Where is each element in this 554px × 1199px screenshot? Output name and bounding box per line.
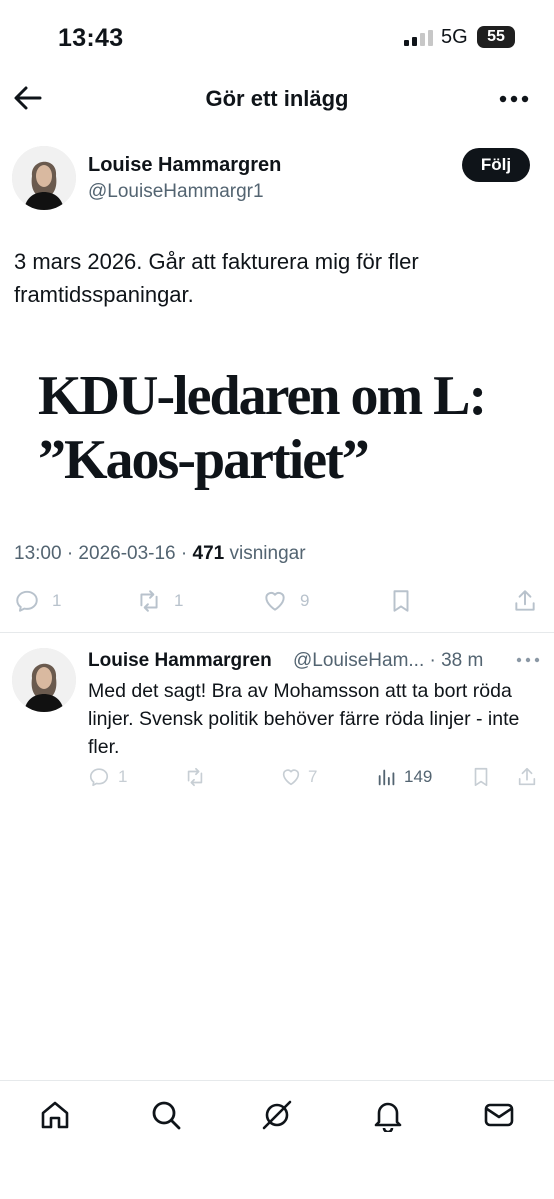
views-label: visningar xyxy=(224,543,306,564)
bookmark-icon xyxy=(474,767,488,787)
reply-like-count: 7 xyxy=(308,767,318,786)
avatar[interactable] xyxy=(12,146,76,210)
reply-button[interactable]: 1 xyxy=(14,588,61,614)
share-icon xyxy=(515,590,535,611)
status-bar: 13:43 5G 55 xyxy=(0,0,554,70)
tab-bar-divider xyxy=(0,1080,554,1081)
reply-author-name[interactable]: Louise Hammargren xyxy=(88,650,272,672)
like-button[interactable]: 9 xyxy=(262,588,309,614)
tab-search[interactable] xyxy=(149,1098,183,1132)
battery-icon: 55 xyxy=(477,26,515,48)
reply-more-icon[interactable] xyxy=(516,656,540,664)
repost-count: 1 xyxy=(174,591,184,610)
repost-icon xyxy=(140,590,158,612)
profile-photo xyxy=(12,648,76,712)
reply-reply-count: 1 xyxy=(118,767,128,786)
notifications-icon xyxy=(374,1102,402,1134)
post-timestamp: 13:00 · 2026-03-16 · xyxy=(14,543,193,564)
bookmark-button[interactable] xyxy=(388,588,414,614)
tab-grok[interactable] xyxy=(260,1098,294,1132)
heart-icon xyxy=(282,769,300,786)
search-icon xyxy=(152,1101,181,1130)
home-icon xyxy=(41,1101,69,1129)
share-icon xyxy=(518,767,536,786)
page-title: Gör ett inlägg xyxy=(205,86,349,111)
like-count: 9 xyxy=(300,591,310,610)
author-name[interactable]: Louise Hammargren xyxy=(88,154,281,177)
tab-notifications[interactable] xyxy=(371,1098,405,1134)
share-button[interactable] xyxy=(512,588,538,614)
tab-messages[interactable] xyxy=(482,1098,516,1132)
repost-button[interactable]: 1 xyxy=(136,588,183,614)
repost-icon xyxy=(187,767,203,787)
reply-icon xyxy=(16,590,38,612)
status-time: 13:43 xyxy=(58,24,124,52)
grok-icon xyxy=(262,1100,292,1130)
profile-photo xyxy=(12,146,76,210)
reply-bookmark-button[interactable] xyxy=(470,766,492,788)
image-headline-line1: KDU-ledaren om L: xyxy=(38,365,487,427)
reply-text: Med det sagt! Bra av Mohamsson att ta bo… xyxy=(88,680,520,758)
reply-avatar[interactable] xyxy=(12,648,76,712)
reply-repost-button[interactable] xyxy=(184,766,214,788)
reply-share-button[interactable] xyxy=(516,766,538,788)
author-handle[interactable]: @LouiseHammargr1 xyxy=(88,181,264,203)
reply-author-handle[interactable]: @LouiseHam... · 38 m xyxy=(293,650,483,672)
reply-count: 1 xyxy=(52,591,62,610)
tab-home[interactable] xyxy=(38,1098,72,1132)
reply-views-button[interactable]: 149 xyxy=(376,766,432,788)
post-text: 3 mars 2026. Går att fakturera mig för f… xyxy=(14,249,419,307)
post-actions: 1 1 9 xyxy=(0,588,554,618)
image-headline-line2: ”Kaos-partiet” xyxy=(38,429,370,491)
bookmark-icon xyxy=(393,590,409,612)
views-count: 471 xyxy=(192,543,225,564)
network-label: 5G xyxy=(441,26,468,48)
divider xyxy=(0,632,554,633)
reply-views-count: 149 xyxy=(404,767,433,786)
heart-icon xyxy=(265,591,285,611)
post-image[interactable]: KDU-ledaren om L: ”Kaos-partiet” xyxy=(38,364,538,492)
more-options-icon[interactable] xyxy=(498,94,530,104)
top-bar: Gör ett inlägg xyxy=(0,70,554,126)
views-chart-icon xyxy=(378,769,395,786)
signal-icon xyxy=(404,30,433,46)
reply-reply-button[interactable]: 1 xyxy=(88,766,127,788)
messages-icon xyxy=(484,1103,514,1127)
reply-actions: 1 7 149 xyxy=(0,766,554,794)
reply-icon xyxy=(89,768,109,787)
follow-button[interactable]: Följ xyxy=(462,148,530,182)
reply-like-button[interactable]: 7 xyxy=(280,766,317,788)
post-meta: 13:00 · 2026-03-16 · 471 visningar xyxy=(14,543,306,565)
